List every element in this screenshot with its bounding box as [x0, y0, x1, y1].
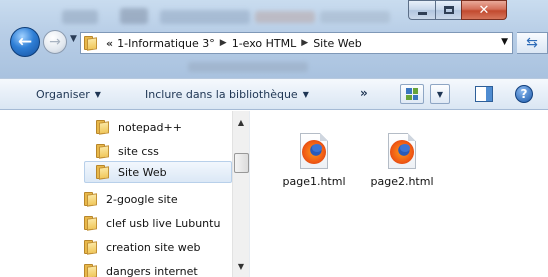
- refresh-button[interactable]: ⇆: [517, 32, 548, 54]
- chevron-down-icon: ▼: [94, 90, 101, 99]
- back-button[interactable]: ←: [10, 27, 40, 57]
- back-arrow-icon: ←: [17, 32, 33, 52]
- folder-icon: [84, 240, 100, 255]
- view-options-dropdown[interactable]: ▼: [430, 84, 450, 104]
- breadcrumb: « 1-Informatique 3° ▶ 1-exo HTML ▶ Site …: [106, 37, 362, 50]
- tree-item-site-web[interactable]: Site Web: [84, 161, 232, 183]
- file-name: page2.html: [370, 175, 434, 188]
- tree-item-site-css[interactable]: site css: [96, 140, 159, 162]
- forward-button[interactable]: →: [43, 30, 67, 54]
- close-icon: ✕: [478, 2, 490, 18]
- folder-icon: [84, 36, 100, 51]
- maximize-icon: [443, 6, 454, 14]
- tree-item-label: 2-google site: [106, 192, 178, 206]
- folder-icon: [96, 120, 112, 135]
- firefox-html-icon: [298, 133, 330, 169]
- breadcrumb-overflow[interactable]: «: [106, 37, 113, 50]
- folder-icon: [84, 264, 100, 277]
- scroll-up-icon[interactable]: ▲: [233, 114, 249, 130]
- window-frame: ✕ ← → ▼ « 1-Informatique 3° ▶ 1-exo HTML…: [0, 0, 548, 78]
- minimize-icon: [417, 11, 427, 15]
- breadcrumb-separator-icon[interactable]: ▶: [220, 38, 227, 48]
- firefox-html-icon: [386, 133, 418, 169]
- maximize-button[interactable]: [435, 0, 461, 20]
- organiser-label: Organiser: [36, 88, 90, 101]
- folder-icon: [96, 165, 112, 180]
- tree-item-label: creation site web: [106, 240, 201, 254]
- include-in-library-label: Inclure dans la bibliothèque: [145, 88, 298, 101]
- include-in-library-menu[interactable]: Inclure dans la bibliothèque ▼: [145, 88, 309, 101]
- navigation-pane: notepad++ site css Site Web 2-google sit…: [0, 111, 249, 277]
- refresh-icon: ⇆: [526, 35, 538, 51]
- breadcrumb-separator-icon[interactable]: ▶: [301, 38, 308, 48]
- preview-pane-icon[interactable]: [475, 86, 493, 102]
- folder-icon: [84, 192, 100, 207]
- file-name: page1.html: [282, 175, 346, 188]
- tree-item-google-site[interactable]: 2-google site: [84, 188, 178, 210]
- caption-buttons: ✕: [408, 0, 542, 20]
- chevron-down-icon: ▼: [302, 90, 309, 99]
- recent-pages-dropdown[interactable]: ▼: [70, 34, 77, 44]
- tree-item-clef-usb[interactable]: clef usb live Lubuntu: [84, 212, 220, 234]
- tree-item-label: clef usb live Lubuntu: [106, 216, 221, 230]
- help-icon[interactable]: ?: [515, 85, 533, 103]
- tree-item-dangers-internet[interactable]: dangers internet: [84, 260, 198, 277]
- command-bar: Organiser ▼ Inclure dans la bibliothèque ▼…: [0, 78, 548, 110]
- forward-arrow-icon: →: [49, 34, 61, 50]
- more-commands-button[interactable]: »: [360, 86, 368, 100]
- file-item[interactable]: page1.html: [274, 133, 354, 188]
- change-view-button[interactable]: [400, 84, 424, 104]
- address-dropdown-icon[interactable]: ▼: [501, 37, 508, 47]
- breadcrumb-item[interactable]: 1-exo HTML: [232, 37, 297, 50]
- file-list: page1.html page2.html: [250, 111, 548, 277]
- scrollbar-thumb[interactable]: [234, 153, 249, 173]
- close-button[interactable]: ✕: [461, 0, 507, 20]
- breadcrumb-item[interactable]: Site Web: [313, 37, 362, 50]
- tree-item-label: Site Web: [118, 165, 167, 179]
- folder-icon: [96, 144, 112, 159]
- file-item[interactable]: page2.html: [362, 133, 442, 188]
- tree-item-label: site css: [118, 144, 159, 158]
- navigation-scrollbar[interactable]: ▲ ▼: [232, 111, 249, 277]
- tree-item-creation-site-web[interactable]: creation site web: [84, 236, 201, 258]
- scroll-down-icon[interactable]: ▼: [233, 258, 249, 274]
- minimize-button[interactable]: [408, 0, 435, 20]
- folder-icon: [84, 216, 100, 231]
- address-bar[interactable]: « 1-Informatique 3° ▶ 1-exo HTML ▶ Site …: [80, 32, 513, 54]
- organiser-menu[interactable]: Organiser ▼: [36, 88, 101, 101]
- tree-item-label: notepad++: [118, 120, 182, 134]
- breadcrumb-item[interactable]: 1-Informatique 3°: [117, 37, 215, 50]
- view-icon: [406, 88, 418, 100]
- tree-item-label: dangers internet: [106, 264, 198, 277]
- tree-item-notepad[interactable]: notepad++: [96, 116, 182, 138]
